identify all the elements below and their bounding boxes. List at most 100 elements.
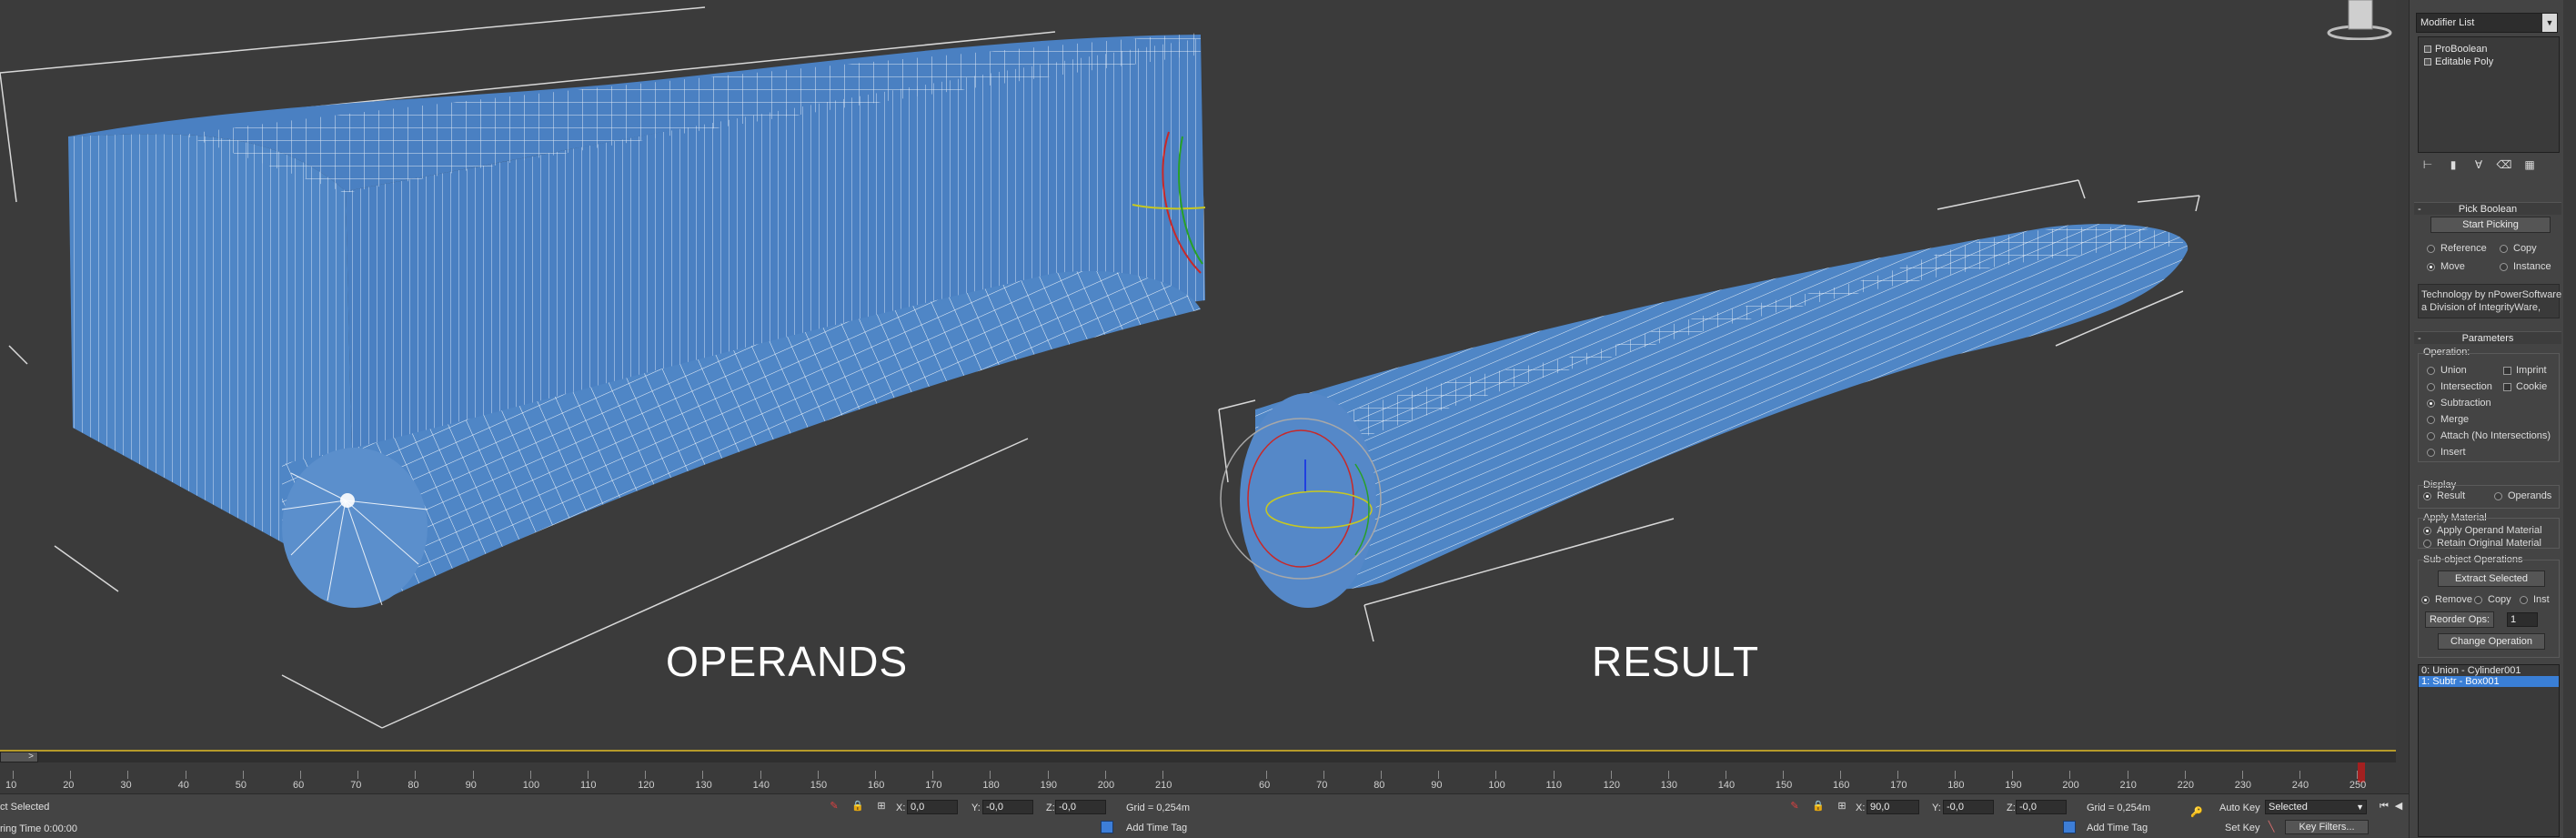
left-tick-label: 50 bbox=[235, 780, 247, 791]
y-coord-field[interactable]: -0,0 bbox=[982, 800, 1033, 814]
stack-item-editable-poly[interactable]: Editable Poly bbox=[2424, 56, 2493, 68]
right-tick-label: 140 bbox=[1717, 780, 1736, 791]
show-end-result-icon[interactable]: ▮ bbox=[2443, 156, 2463, 173]
left-tick bbox=[1104, 771, 1106, 779]
operands-radio[interactable]: Operands bbox=[2494, 490, 2551, 502]
x-coord-field-2[interactable]: 90,0 bbox=[1867, 800, 1919, 814]
time-slider-handle[interactable]: > bbox=[0, 752, 38, 762]
time-tag-icon[interactable] bbox=[1101, 821, 1113, 833]
absolute-mode-icon[interactable]: ⊞ bbox=[875, 800, 888, 813]
copy-extract-radio[interactable]: Copy bbox=[2474, 593, 2511, 606]
time-slider-track[interactable] bbox=[0, 752, 2396, 762]
result-radio[interactable]: Result bbox=[2423, 490, 2465, 502]
instance-radio[interactable]: Instance bbox=[2500, 260, 2551, 273]
inst-radio[interactable]: Inst bbox=[2520, 593, 2550, 606]
retain-original-material-radio[interactable]: Retain Original Material bbox=[2423, 537, 2541, 550]
right-tick-label: 110 bbox=[1545, 780, 1563, 791]
pin-stack-icon[interactable]: ⊢ bbox=[2418, 156, 2438, 173]
left-tick bbox=[70, 771, 72, 779]
auto-key-button[interactable]: Auto Key bbox=[2219, 802, 2260, 814]
left-tick-label: 150 bbox=[810, 780, 828, 791]
imprint-checkbox[interactable]: Imprint bbox=[2503, 364, 2547, 377]
right-tick bbox=[1782, 771, 1784, 779]
perspective-viewport[interactable]: OPERANDS RESULT bbox=[0, 0, 2396, 752]
y-coord-field-2[interactable]: -0,0 bbox=[1943, 800, 1994, 814]
right-tick bbox=[2356, 771, 2358, 779]
right-tick-label: 220 bbox=[2177, 780, 2194, 791]
left-tick bbox=[588, 771, 589, 779]
previous-frame-icon[interactable]: ◀ bbox=[2392, 800, 2405, 813]
selected-key-dropdown[interactable]: Selected ▼ bbox=[2265, 800, 2367, 814]
insert-radio[interactable]: Insert bbox=[2427, 446, 2466, 459]
parameters-rollout[interactable]: - Parameters bbox=[2414, 331, 2561, 344]
z-coord-field-2[interactable]: -0,0 bbox=[2016, 800, 2067, 814]
subtraction-radio[interactable]: Subtraction bbox=[2427, 397, 2491, 409]
change-operation-button[interactable]: Change Operation bbox=[2438, 633, 2545, 650]
reorder-ops-spinner[interactable]: 1 bbox=[2507, 612, 2538, 627]
left-tick bbox=[1047, 771, 1049, 779]
expand-icon[interactable] bbox=[2424, 58, 2431, 66]
make-unique-icon[interactable]: ∀ bbox=[2469, 156, 2489, 173]
left-tick-label: 10 bbox=[5, 780, 17, 791]
cookie-checkbox[interactable]: Cookie bbox=[2503, 380, 2547, 393]
modifier-list-dropdown[interactable]: Modifier List ▼ bbox=[2416, 13, 2558, 33]
expand-icon[interactable] bbox=[2424, 45, 2431, 54]
right-tick-label: 150 bbox=[1775, 780, 1793, 791]
modifier-stack[interactable]: ProBoolean Editable Poly bbox=[2418, 36, 2560, 153]
left-tick-label: 70 bbox=[350, 780, 362, 791]
extract-selected-button[interactable]: Extract Selected bbox=[2438, 570, 2545, 587]
set-key-icon[interactable]: ╲ bbox=[2265, 821, 2278, 833]
stack-item-proboolean[interactable]: ProBoolean bbox=[2424, 43, 2488, 56]
add-time-tag-right[interactable]: Add Time Tag bbox=[2087, 822, 2148, 834]
time-tag-icon-2[interactable] bbox=[2063, 821, 2076, 833]
right-tick-label: 70 bbox=[1316, 780, 1328, 791]
right-tick bbox=[1667, 771, 1669, 779]
merge-radio[interactable]: Merge bbox=[2427, 413, 2469, 426]
right-tick bbox=[1610, 771, 1612, 779]
absolute-mode-icon-2[interactable]: ⊞ bbox=[1836, 800, 1848, 813]
right-tick-label: 60 bbox=[1259, 780, 1271, 791]
reorder-ops-button[interactable]: Reorder Ops: bbox=[2425, 611, 2494, 628]
lock-selection-icon[interactable]: ✎ bbox=[828, 800, 840, 813]
command-panel-scrollbar[interactable] bbox=[2563, 0, 2576, 838]
right-tick-label: 210 bbox=[2119, 780, 2137, 791]
key-filters-button[interactable]: Key Filters... bbox=[2285, 820, 2369, 834]
lock-selection-icon-2[interactable]: ✎ bbox=[1788, 800, 1801, 813]
default-in-out-tangents-icon[interactable]: 🔑 bbox=[2187, 806, 2207, 819]
lock-icon[interactable]: 🔒 bbox=[851, 800, 864, 813]
list-item[interactable]: 1: Subtr - Box001 bbox=[2419, 676, 2559, 687]
left-tick-label: 130 bbox=[695, 780, 712, 791]
right-tick-label: 250 bbox=[2349, 780, 2367, 791]
operands-list[interactable]: 0: Union - Cylinder001 1: Subtr - Box001 bbox=[2418, 664, 2560, 837]
viewcube-icon[interactable] bbox=[2325, 0, 2396, 40]
apply-operand-material-radio[interactable]: Apply Operand Material bbox=[2423, 524, 2542, 537]
left-tick-label: 190 bbox=[1040, 780, 1057, 791]
left-tick bbox=[529, 771, 531, 779]
left-tick bbox=[645, 771, 647, 779]
remove-radio[interactable]: Remove bbox=[2421, 593, 2472, 606]
configure-sets-icon[interactable]: ▦ bbox=[2520, 156, 2540, 173]
z-coord-field[interactable]: -0,0 bbox=[1055, 800, 1106, 814]
copy-radio[interactable]: Copy bbox=[2500, 242, 2537, 255]
pick-boolean-rollout[interactable]: - Pick Boolean bbox=[2414, 202, 2561, 215]
remove-modifier-icon[interactable]: ⌫ bbox=[2494, 156, 2514, 173]
left-tick bbox=[13, 771, 14, 779]
intersection-radio[interactable]: Intersection bbox=[2427, 380, 2492, 393]
add-time-tag-left[interactable]: Add Time Tag bbox=[1126, 822, 1187, 834]
reference-radio[interactable]: Reference bbox=[2427, 242, 2487, 255]
union-radio[interactable]: Union bbox=[2427, 364, 2467, 377]
right-tick-label: 100 bbox=[1488, 780, 1505, 791]
left-tick bbox=[932, 771, 934, 779]
set-key-button[interactable]: Set Key bbox=[2225, 822, 2260, 834]
right-tick bbox=[1266, 771, 1267, 779]
attach-radio[interactable]: Attach (No Intersections) bbox=[2427, 429, 2551, 442]
chevron-down-icon: ▼ bbox=[2356, 803, 2364, 812]
right-tick bbox=[2299, 771, 2300, 779]
x-coord-field[interactable]: 0,0 bbox=[907, 800, 958, 814]
lock-icon-2[interactable]: 🔒 bbox=[1812, 800, 1825, 813]
right-tick-label: 230 bbox=[2234, 780, 2252, 791]
start-picking-button[interactable]: Start Picking bbox=[2430, 217, 2551, 233]
go-to-start-icon[interactable]: ⏮ bbox=[2378, 800, 2390, 813]
list-item[interactable]: 0: Union - Cylinder001 bbox=[2419, 665, 2559, 676]
move-radio[interactable]: Move bbox=[2427, 260, 2465, 273]
